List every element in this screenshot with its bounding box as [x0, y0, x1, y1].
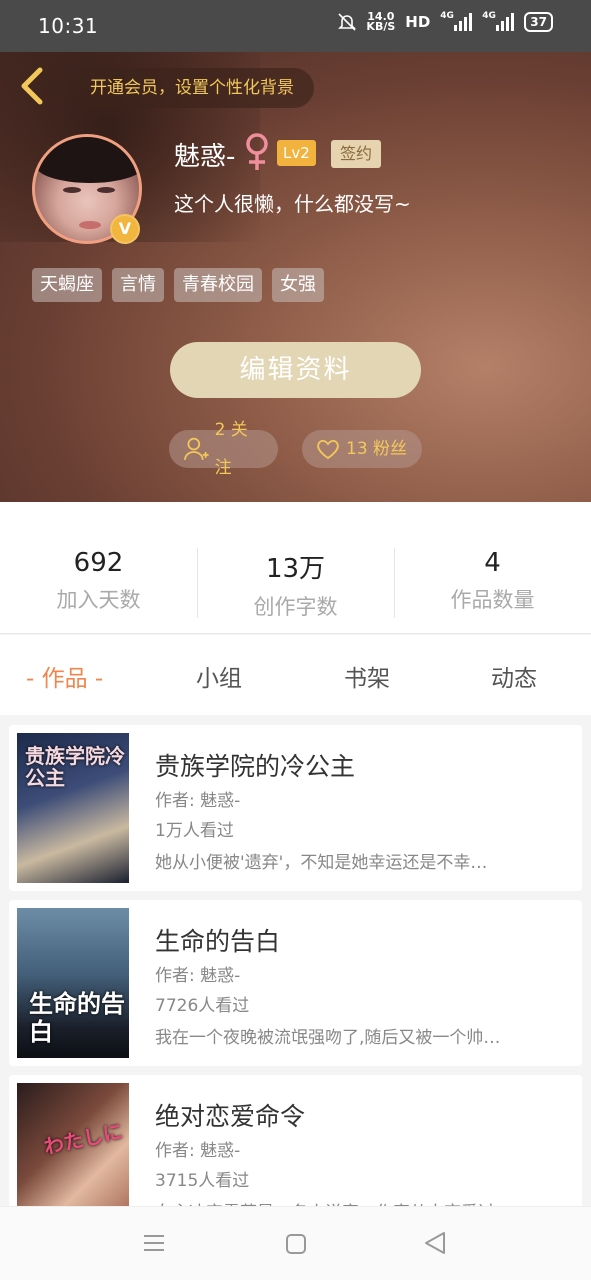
signal-icon: 4G [440, 11, 473, 31]
tab-bar: - 作品 - 小组 书架 动态 [0, 635, 591, 715]
work-views: 1万人看过 [155, 821, 234, 841]
home-icon[interactable] [285, 1233, 307, 1255]
add-user-icon [184, 437, 209, 460]
network-speed: 14.0 KB/S [366, 10, 396, 33]
heart-icon [317, 439, 339, 460]
tag: 女强 [272, 268, 324, 302]
hd-icon: HD [405, 13, 431, 31]
work-views: 7726人看过 [155, 996, 250, 1016]
work-author: 作者: 魅惑- [155, 791, 241, 811]
work-title: 生命的告白 [155, 927, 281, 956]
following-button[interactable]: 2 关注 [169, 420, 278, 478]
back-icon[interactable] [424, 1231, 446, 1255]
work-card[interactable]: 生命的告白 生命的告白 作者: 魅惑- 7726人看过 我在一个夜晚被流氓强吻了… [9, 900, 582, 1066]
tag-list: 天蝎座 言情 青春校园 女强 [32, 268, 324, 302]
stat-works: 4 作品数量 [450, 548, 535, 612]
edit-profile-button[interactable]: 编辑资料 [170, 342, 421, 398]
user-bio: 这个人很懒，什么都没写~ [174, 192, 411, 216]
tag: 天蝎座 [32, 268, 102, 302]
work-desc: 我在一个夜晚被流氓强吻了,随后又被一个帅… [155, 1028, 501, 1048]
following-count: 2 关注 [214, 420, 248, 478]
system-nav-bar [0, 1206, 591, 1280]
tab-groups[interactable]: 小组 [196, 659, 242, 693]
book-cover: 生命的告白 [17, 908, 129, 1058]
tag: 青春校园 [174, 268, 262, 302]
female-icon [246, 133, 268, 170]
vip-banner[interactable]: 开通会员，设置个性化背景 [70, 68, 314, 108]
tag: 言情 [112, 268, 164, 302]
signal-icon-2: 4G [482, 11, 515, 31]
tab-works[interactable]: - 作品 - [26, 659, 103, 693]
back-arrow-icon[interactable] [16, 66, 48, 106]
book-cover: 贵族学院冷公主 [17, 733, 129, 883]
work-title: 贵族学院的冷公主 [155, 752, 356, 781]
status-time: 10:31 [38, 14, 99, 38]
mute-bell-icon [338, 13, 357, 31]
work-title: 绝对恋爱命令 [155, 1102, 306, 1131]
work-desc: 她从小便被'遗弃'，不知是她幸运还是不幸… [155, 853, 488, 873]
level-badge: Lv2 [277, 140, 316, 166]
fans-button[interactable]: 13 粉丝 [302, 430, 422, 468]
work-author: 作者: 魅惑- [155, 966, 241, 986]
tab-bookshelf[interactable]: 书架 [344, 659, 390, 693]
menu-icon[interactable] [143, 1233, 165, 1253]
battery-icon: 37 [524, 12, 553, 32]
stat-days: 692 加入天数 [56, 548, 141, 612]
status-bar: 10:31 14.0 KB/S HD 4G 4G 37 [0, 0, 591, 52]
status-icons: 14.0 KB/S HD 4G 4G 37 [338, 10, 553, 33]
stats-panel: 692 加入天数 13万 创作字数 4 作品数量 [0, 502, 591, 634]
work-card[interactable]: 贵族学院冷公主 贵族学院的冷公主 作者: 魅惑- 1万人看过 她从小便被'遗弃'… [9, 725, 582, 891]
work-author: 作者: 魅惑- [155, 1141, 241, 1161]
profile-header: 开通会员，设置个性化背景 V 魅惑- Lv2 签约 这个人很懒，什么都没写~ 天… [0, 52, 591, 502]
work-views: 3715人看过 [155, 1171, 250, 1191]
signed-badge: 签约 [331, 140, 382, 168]
verified-badge: V [110, 214, 140, 244]
user-name: 魅惑- [174, 142, 236, 172]
tab-activity[interactable]: 动态 [491, 659, 537, 693]
stat-words: 13万 创作字数 [253, 554, 338, 619]
fans-count: 13 粉丝 [346, 439, 408, 459]
